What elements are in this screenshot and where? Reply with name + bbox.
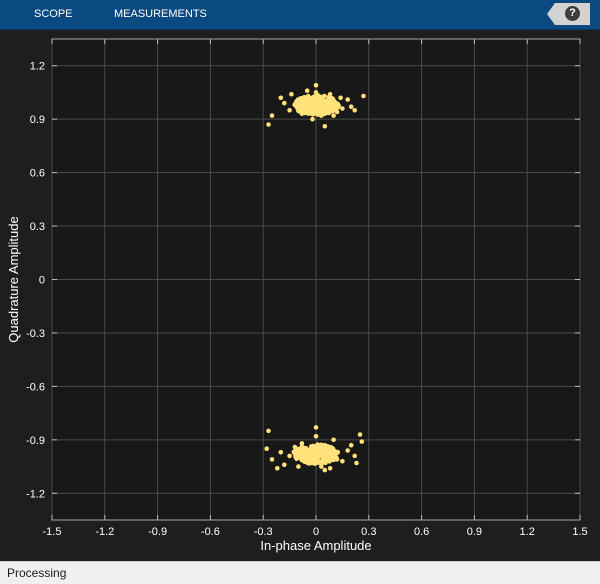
sample-point: [322, 467, 328, 473]
sample-point: [278, 95, 284, 101]
sample-point: [306, 455, 311, 461]
sample-point: [266, 122, 271, 127]
x-tick-label: 1.5: [572, 526, 587, 538]
tab-scope[interactable]: SCOPE: [34, 0, 73, 29]
sample-point: [282, 462, 287, 468]
sample-point: [334, 102, 340, 108]
sample-point: [361, 93, 366, 99]
sample-point: [331, 113, 336, 118]
y-axis-label: Quadrature Amplitude: [6, 216, 21, 342]
sample-point: [348, 104, 354, 109]
x-tick-label: 0.6: [414, 526, 429, 538]
sample-point: [298, 456, 304, 461]
help-icon: ?: [565, 6, 580, 21]
sample-point: [359, 439, 365, 444]
y-tick-label: -0.3: [26, 328, 45, 340]
sample-point: [326, 457, 332, 463]
x-tick-label: 0.3: [361, 526, 376, 538]
sample-point: [300, 450, 306, 455]
sample-point: [318, 95, 323, 101]
sample-point: [338, 95, 343, 101]
x-tick-label: -0.3: [254, 526, 273, 538]
sample-point: [304, 88, 310, 93]
sample-point: [322, 124, 328, 129]
sample-point: [322, 449, 328, 454]
sample-point: [299, 101, 305, 107]
sample-point: [340, 458, 345, 464]
sample-point: [345, 97, 351, 102]
constellation-plot: -1.5 -1.2 -0.9 -0.6 -0.3 0 0.3 0.6 0.9 1.2 1.5 1.2 0…: [0, 30, 600, 561]
sample-point: [331, 437, 336, 443]
sample-point: [313, 434, 319, 439]
y-tick-label: -0.6: [26, 381, 45, 393]
x-tick-label: 0.9: [467, 526, 482, 538]
x-tick-label: 0: [313, 526, 319, 538]
sample-point: [266, 428, 271, 434]
sample-point: [340, 106, 345, 111]
sample-point: [310, 116, 315, 122]
sample-point: [322, 453, 327, 458]
sample-point: [319, 111, 325, 116]
sample-point: [289, 91, 294, 97]
x-tick-label: 1.2: [520, 526, 535, 538]
sample-point: [348, 442, 354, 448]
y-tick-label: 0.6: [30, 168, 45, 180]
sample-point: [313, 93, 318, 98]
sample-point: [316, 442, 321, 448]
sample-point: [315, 112, 320, 117]
sample-point: [357, 432, 363, 437]
sample-point: [305, 449, 311, 455]
sample-point: [313, 83, 319, 88]
sample-point: [313, 425, 319, 430]
y-tick-label: 0.9: [30, 114, 45, 126]
sample-point: [345, 448, 351, 453]
status-text: Processing: [7, 566, 67, 580]
sample-point: [294, 446, 300, 452]
tab-measurements[interactable]: MEASUREMENTS: [114, 0, 207, 29]
help-button[interactable]: ?: [547, 3, 590, 25]
sample-point: [287, 108, 292, 113]
sample-point: [296, 464, 301, 469]
sample-point: [287, 453, 292, 459]
x-tick-label: -0.9: [148, 526, 167, 538]
sample-point: [324, 101, 329, 106]
sample-point: [328, 450, 333, 456]
x-tick-label: -1.2: [95, 526, 114, 538]
sample-point: [313, 454, 318, 460]
y-tick-label: 0.3: [30, 221, 45, 233]
sample-point: [327, 466, 333, 471]
x-axis-label: In-phase Amplitude: [260, 538, 371, 553]
y-tick-label: -1.2: [26, 488, 45, 500]
sample-point: [311, 444, 317, 450]
sample-point: [278, 450, 284, 455]
sample-point: [354, 460, 359, 466]
sample-point: [333, 451, 338, 457]
sample-point: [295, 97, 301, 102]
sample-point: [352, 453, 358, 459]
sample-point: [307, 100, 312, 106]
sample-point: [327, 444, 332, 450]
sample-point: [297, 106, 303, 111]
status-bar: Processing: [0, 561, 600, 584]
sample-point: [282, 100, 287, 106]
sample-point: [264, 446, 270, 452]
x-tick-label: -0.6: [201, 526, 220, 538]
y-tick-label: 0: [39, 275, 45, 287]
sample-point: [316, 100, 322, 106]
y-tick-label: -0.9: [26, 435, 45, 447]
sample-point: [275, 466, 280, 471]
sample-point: [269, 457, 275, 462]
sample-point: [307, 110, 313, 116]
constellation-chart: -1.5 -1.2 -0.9 -0.6 -0.3 0 0.3 0.6 0.9 1.2 1.5 1.2 0…: [6, 38, 588, 553]
sample-point: [326, 108, 332, 113]
sample-point: [352, 108, 358, 113]
toolbar: SCOPE MEASUREMENTS ?: [0, 0, 600, 30]
x-tick-label: -1.5: [43, 526, 62, 538]
y-tick-label: 1.2: [30, 61, 45, 73]
sample-point: [269, 113, 275, 118]
